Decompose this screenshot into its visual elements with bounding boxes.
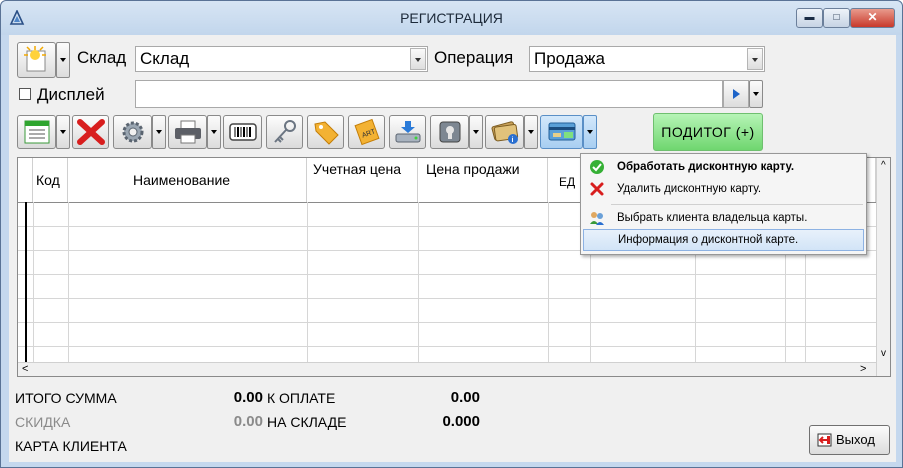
red-x-icon xyxy=(590,182,604,196)
svg-text:i: i xyxy=(512,137,514,144)
scroll-right-arrow-icon[interactable]: > xyxy=(860,363,866,375)
new-receipt-button[interactable] xyxy=(17,115,56,149)
grid-column-line xyxy=(418,202,419,362)
scroll-down-arrow-icon[interactable]: v xyxy=(881,348,886,359)
grid-column-line xyxy=(33,202,34,362)
exit-button[interactable]: Выход xyxy=(809,425,890,455)
vertical-scrollbar[interactable]: ^ v xyxy=(876,158,890,376)
discount-card-menu: Обработать дисконтную карту. Удалить дис… xyxy=(580,153,867,255)
operation-value: Продажа xyxy=(534,49,605,68)
discount-value: 0.00 xyxy=(233,413,263,430)
display-dropdown[interactable] xyxy=(749,80,763,108)
title-bar: РЕГИСТРАЦИЯ ▬ □ ✕ xyxy=(1,1,902,35)
settings-gear-icon xyxy=(122,121,144,143)
grid-column-line xyxy=(307,202,308,362)
art-tag-button[interactable]: ART xyxy=(348,115,385,149)
security-dropdown[interactable] xyxy=(469,115,483,149)
card-info-dropdown[interactable] xyxy=(524,115,538,149)
grid-column-line xyxy=(68,202,69,362)
subtotal-button[interactable]: ПОДИТОГ (+) xyxy=(653,113,763,151)
barcode-icon xyxy=(229,123,257,141)
settings-button[interactable] xyxy=(113,115,152,149)
green-check-icon xyxy=(590,160,604,174)
discount-card-dropdown[interactable] xyxy=(583,115,597,149)
in-stock-label: НА СКЛАДЕ xyxy=(267,414,347,430)
operation-label: Операция xyxy=(434,48,514,67)
key-icon xyxy=(274,120,296,143)
discount-card-icon xyxy=(548,122,576,141)
grid-column-line xyxy=(548,202,549,362)
display-label: Дисплей xyxy=(37,85,105,104)
registration-window: РЕГИСТРАЦИЯ ▬ □ ✕ Склад Склад Операция П… xyxy=(0,0,903,468)
grid-row-line xyxy=(18,274,878,275)
column-header-account-price[interactable]: Учетная цена xyxy=(307,158,418,202)
settings-dropdown[interactable] xyxy=(152,115,166,149)
warehouse-select[interactable]: Склад xyxy=(135,46,428,72)
to-pay-label: К ОПЛАТЕ xyxy=(267,390,336,406)
delete-button[interactable] xyxy=(72,115,109,149)
new-receipt-icon xyxy=(24,120,50,144)
printer-icon xyxy=(175,120,201,144)
key-button[interactable] xyxy=(266,115,303,149)
price-tag-icon xyxy=(314,121,339,145)
warehouse-value: Склад xyxy=(140,49,190,68)
exit-door-icon xyxy=(817,433,832,447)
column-header-code[interactable]: Код xyxy=(33,158,68,202)
menu-item-choose-client[interactable]: Выбрать клиента владельца карты. xyxy=(583,207,864,229)
discount-label: СКИДКА xyxy=(15,414,71,430)
chevron-down-icon xyxy=(410,48,426,70)
column-header-sale-price[interactable]: Цена продажи xyxy=(418,158,548,202)
menu-item-delete-card[interactable]: Удалить дисконтную карту. xyxy=(583,178,864,200)
total-sum-label: ИТОГО СУММА xyxy=(15,390,117,406)
new-document-dropdown[interactable] xyxy=(56,42,70,78)
window-client-area: Склад Склад Операция Продажа Дисплей ART… xyxy=(9,35,896,462)
delete-icon xyxy=(77,119,105,145)
users-icon xyxy=(590,212,604,225)
new-document-button[interactable] xyxy=(17,42,56,78)
horizontal-scrollbar[interactable]: < > xyxy=(18,362,878,376)
menu-item-process-card[interactable]: Обработать дисконтную карту. xyxy=(583,156,864,178)
chevron-down-icon xyxy=(747,48,763,70)
security-icon xyxy=(439,121,461,143)
art-tag-icon: ART xyxy=(354,118,380,146)
grid-row-line xyxy=(18,322,878,323)
scanner-icon xyxy=(395,121,421,143)
barcode-button[interactable] xyxy=(223,115,262,149)
scroll-up-arrow-icon[interactable]: ^ xyxy=(881,160,886,171)
card-info-button[interactable]: i xyxy=(485,115,524,149)
menu-item-card-info[interactable]: Информация о дисконтной карте. xyxy=(583,229,864,251)
print-dropdown[interactable] xyxy=(207,115,221,149)
security-button[interactable] xyxy=(430,115,469,149)
receipt-dropdown[interactable] xyxy=(56,115,70,149)
warehouse-label: Склад xyxy=(77,48,127,67)
minimize-button[interactable]: ▬ xyxy=(796,8,823,28)
scroll-left-arrow-icon[interactable]: < xyxy=(22,363,28,375)
maximize-button[interactable]: □ xyxy=(823,8,850,28)
menu-separator xyxy=(611,204,863,205)
print-button[interactable] xyxy=(168,115,207,149)
new-document-icon xyxy=(24,46,46,72)
discount-card-button[interactable] xyxy=(540,115,583,149)
window-title: РЕГИСТРАЦИЯ xyxy=(400,10,503,26)
operation-select[interactable]: Продажа xyxy=(529,46,765,72)
card-info-icon: i xyxy=(491,121,519,144)
current-row-marker xyxy=(25,202,27,362)
price-tag-button[interactable] xyxy=(307,115,344,149)
display-checkbox[interactable] xyxy=(19,88,31,100)
in-stock-value: 0.000 xyxy=(442,413,480,430)
grid-row-line xyxy=(18,346,878,347)
display-input[interactable] xyxy=(135,80,723,108)
to-pay-value: 0.00 xyxy=(450,389,480,406)
scanner-button[interactable] xyxy=(389,115,426,149)
total-sum-value: 0.00 xyxy=(233,389,263,406)
column-header-name[interactable]: Наименование xyxy=(68,158,307,202)
grid-row-line xyxy=(18,298,878,299)
play-button[interactable] xyxy=(723,80,749,108)
client-card-label: КАРТА КЛИЕНТА xyxy=(15,438,127,454)
close-button[interactable]: ✕ xyxy=(850,8,895,28)
row-indicator-header xyxy=(18,158,33,202)
